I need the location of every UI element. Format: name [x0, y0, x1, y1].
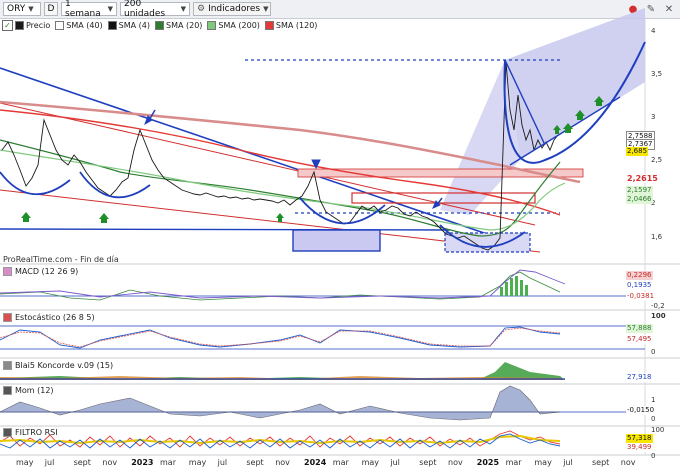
- time-axis-label: mar: [332, 458, 349, 467]
- panel-title: Blai5 Koncorde v.09 (15): [15, 361, 114, 370]
- mom-area: [0, 385, 561, 421]
- mom-tick: 0: [651, 415, 656, 423]
- rsi-tick: 57,318: [626, 434, 653, 443]
- macd-tick: 0,2296: [626, 271, 653, 280]
- price-tick: 2,5: [651, 156, 663, 164]
- time-axis-label: nov: [275, 458, 290, 467]
- macd-bar: [525, 285, 528, 296]
- time-axis-label: may: [16, 458, 34, 467]
- panel-title: MACD (12 26 9): [15, 267, 79, 276]
- macd-bar: [500, 287, 503, 296]
- time-axis-label: may: [361, 458, 380, 467]
- macd-bar: [510, 278, 513, 296]
- macd-signal-line: [0, 269, 566, 299]
- panel-toggle-icon[interactable]: [3, 361, 12, 370]
- support-box: [292, 229, 381, 252]
- time-axis-label: sept: [246, 458, 264, 467]
- time-axis-label: jul: [390, 458, 400, 467]
- time-axis-label: 2024: [304, 458, 327, 467]
- up-arrow-icon: [21, 212, 31, 222]
- stoch-tick: 57,888: [626, 324, 653, 333]
- chart-canvas[interactable]: [0, 0, 680, 468]
- time-axis-label: nov: [620, 458, 636, 467]
- time-axis-label: mar: [160, 458, 176, 467]
- koncorde-tick: 27,918: [626, 373, 653, 382]
- stoch-tick: 57,495: [626, 335, 653, 344]
- panel-title: Estocástico (26 8 5): [15, 313, 95, 322]
- panel-label-macd[interactable]: MACD (12 26 9): [3, 267, 78, 276]
- macd-bars: [500, 276, 528, 296]
- data-source: ProRealTime.com - Fin de día: [3, 255, 119, 264]
- macd-bar: [520, 280, 523, 296]
- panel-label-koncorde[interactable]: Blai5 Koncorde v.09 (15): [3, 361, 113, 370]
- panel-toggle-icon[interactable]: [3, 428, 12, 437]
- panel-label-stochastic[interactable]: Estocástico (26 8 5): [3, 313, 95, 322]
- price-tick: 3: [651, 113, 656, 121]
- time-axis-label: mar: [505, 458, 522, 467]
- time-axis-label: 2023: [131, 458, 154, 467]
- time-axis-label: 2025: [476, 458, 500, 467]
- panel-toggle-icon[interactable]: [3, 313, 12, 322]
- time-axis-label: sept: [592, 458, 610, 467]
- price-tick: 1,6: [651, 233, 663, 241]
- time-axis-label: sept: [73, 458, 91, 467]
- price-tick: 3,5: [651, 70, 663, 78]
- price-badge: 2,2615: [626, 174, 659, 183]
- time-axis-label: jul: [217, 458, 228, 467]
- stoch-d-line: [0, 327, 561, 348]
- macd-tick: 0,1935: [626, 281, 653, 290]
- panel-title: Mom (12): [15, 386, 54, 395]
- time-axis-label: sept: [419, 458, 437, 467]
- time-axis-label: nov: [102, 458, 118, 467]
- panel-toggle-icon[interactable]: [3, 386, 12, 395]
- red-channel-top: [0, 102, 536, 226]
- macd-tick: -0,2: [651, 302, 665, 310]
- stoch-tick: 100: [651, 312, 666, 320]
- panel-label-momentum[interactable]: Mom (12): [3, 386, 54, 395]
- up-arrow-icon: [99, 213, 109, 223]
- mom-tick: -0,0150: [626, 406, 656, 415]
- time-axis-label: may: [188, 458, 207, 467]
- rsi-tick: 0: [651, 452, 656, 460]
- macd-bar: [515, 276, 518, 296]
- panel-toggle-icon[interactable]: [3, 267, 12, 276]
- price-badge: 2,1597: [626, 186, 653, 195]
- mom-tick: 1: [651, 396, 656, 404]
- macd-tick: -0,0381: [626, 292, 656, 301]
- time-axis-label: nov: [448, 458, 463, 467]
- rsi-tick: 39,499: [626, 443, 653, 452]
- macd-bar: [505, 282, 508, 296]
- price-badge: 2,0466: [626, 195, 653, 204]
- stoch-tick: 0: [651, 348, 656, 356]
- time-axis-label: jul: [44, 458, 55, 467]
- stoch-k-line: [0, 326, 561, 349]
- blue-support: [0, 228, 451, 231]
- time-axis-label: jul: [563, 458, 573, 467]
- rsi-tick: 100: [651, 426, 665, 434]
- up-arrow-icon: [276, 213, 284, 222]
- time-axis-label: may: [534, 458, 552, 467]
- price-tick: 4: [651, 27, 656, 35]
- panel-title: FILTRO RSI: [15, 428, 58, 437]
- price-badge: 2,685: [626, 147, 649, 156]
- panel-label-rsi[interactable]: FILTRO RSI: [3, 428, 58, 437]
